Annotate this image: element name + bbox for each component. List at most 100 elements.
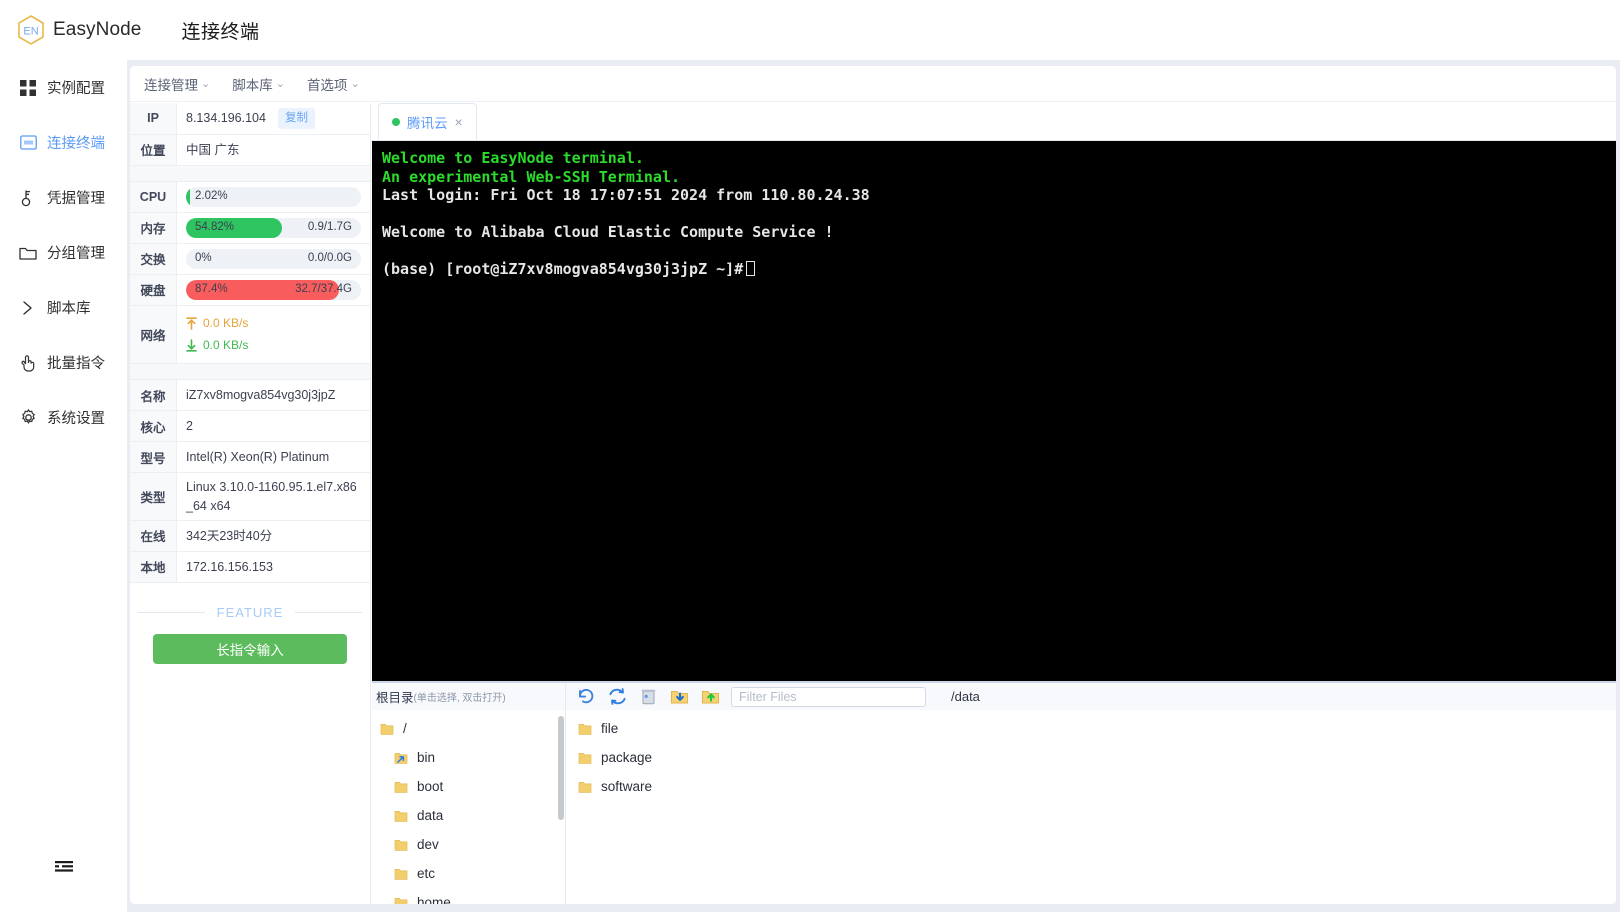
- terminal-tab-label: 腾讯云: [407, 115, 448, 131]
- tree-item-label: bin: [417, 750, 436, 765]
- folder-icon: [394, 838, 409, 852]
- info-label: 网络: [130, 305, 177, 364]
- list-item-label: software: [601, 779, 653, 794]
- sidebar-collapse-button[interactable]: [0, 859, 128, 878]
- file-filter-input[interactable]: [731, 686, 926, 707]
- copy-ip-button[interactable]: 复制: [277, 108, 315, 129]
- os-type-value: Linux 3.10.0-1160.95.1.el7.x86_64 x64: [186, 480, 357, 513]
- panel-menubar: 连接管理 ⌄ 脚本库 ⌄ 首选项 ⌄: [130, 66, 1616, 102]
- tree-item[interactable]: /: [372, 714, 565, 743]
- swap-progress-bar: 0% 0.0/0.0G: [186, 248, 361, 269]
- info-value-wrap: 2.02%: [177, 182, 370, 212]
- network-download-row: 0.0 KB/s: [186, 337, 248, 354]
- directory-tree[interactable]: / bin boot data dev etc home: [372, 710, 566, 904]
- terminal-prompt: (base) [root@iZ7xv8mogva854vg30j3jpZ ~]#: [382, 260, 744, 278]
- menu-connection-manage[interactable]: 连接管理 ⌄: [144, 74, 210, 94]
- info-spacer: [130, 165, 370, 182]
- feature-divider: FEATURE: [130, 583, 370, 620]
- info-label: CPU: [130, 181, 177, 212]
- close-icon[interactable]: ×: [455, 114, 463, 130]
- network-upload-row: 0.0 KB/s: [186, 315, 248, 332]
- tree-item[interactable]: etc: [372, 859, 565, 888]
- list-item-label: package: [601, 750, 653, 765]
- tree-scrollbar[interactable]: [558, 716, 564, 820]
- info-row-ip: IP 8.134.196.104 复制: [130, 103, 370, 135]
- divider-line-left: [138, 611, 205, 613]
- hexagon-logo-icon: EN: [16, 14, 46, 46]
- folder-icon: [394, 809, 409, 823]
- long-command-input-button[interactable]: 长指令输入: [153, 633, 347, 664]
- sidebar-item-groups[interactable]: 分组管理: [0, 225, 127, 280]
- sidebar-item-instances[interactable]: 实例配置: [0, 60, 127, 115]
- sidebar-item-settings[interactable]: 系统设置: [0, 390, 127, 445]
- tree-item[interactable]: bin: [372, 743, 565, 772]
- tree-item[interactable]: home: [372, 888, 565, 904]
- list-item-label: file: [601, 721, 619, 736]
- tree-title: 根目录: [376, 691, 414, 705]
- chevron-right-icon: [18, 298, 38, 318]
- menu-preferences[interactable]: 首选项 ⌄: [307, 74, 360, 94]
- terminal-output[interactable]: Welcome to EasyNode terminal. An experim…: [372, 141, 1616, 681]
- trash-icon[interactable]: [638, 686, 659, 707]
- upload-folder-icon[interactable]: [700, 686, 721, 707]
- sidebar-item-batch-commands[interactable]: 批量指令: [0, 335, 127, 390]
- toolbar-actions: /data: [566, 683, 1616, 710]
- tree-item[interactable]: data: [372, 801, 565, 830]
- info-row-swap: 交换 0% 0.0/0.0G: [130, 243, 370, 275]
- info-row-network: 网络 0.0 KB/s 0.0 KB/s: [130, 305, 370, 365]
- tree-item[interactable]: boot: [372, 772, 565, 801]
- info-spacer-2: [130, 364, 370, 381]
- list-item[interactable]: package: [570, 743, 1616, 772]
- terminal-line: Welcome to Alibaba Cloud Elastic Compute…: [382, 223, 834, 241]
- cpu-progress-bar: 2.02%: [186, 186, 361, 207]
- download-arrow-icon: [186, 339, 197, 352]
- info-value-wrap: 0.0 KB/s 0.0 KB/s: [177, 306, 370, 364]
- svg-text:EN: EN: [23, 26, 38, 38]
- divider-line-right: [295, 611, 362, 613]
- list-item[interactable]: software: [570, 772, 1616, 801]
- app-logo[interactable]: EN EasyNode: [16, 14, 141, 46]
- network-download-value: 0.0 KB/s: [203, 338, 249, 353]
- terminal-prompt-line: (base) [root@iZ7xv8mogva854vg30j3jpZ ~]#: [382, 260, 1616, 279]
- sidebar-item-label: 系统设置: [47, 411, 105, 427]
- key-icon: [18, 188, 38, 208]
- info-label: 硬盘: [130, 274, 177, 305]
- disk-percent-text: 87.4%: [195, 283, 228, 296]
- sidebar-item-credentials[interactable]: 凭据管理: [0, 170, 127, 225]
- tree-item-label: /: [403, 721, 407, 736]
- folder-icon: [394, 780, 409, 794]
- info-row-cpu: CPU 2.02%: [130, 181, 370, 213]
- refresh-icon[interactable]: [607, 686, 628, 707]
- model-value: Intel(R) Xeon(R) Platinum: [186, 450, 330, 465]
- info-row-location: 位置 中国 广东: [130, 134, 370, 166]
- swap-percent-text: 0%: [195, 252, 212, 265]
- host-info-panel: IP 8.134.196.104 复制 位置 中国 广东 CPU 2.02% 内…: [130, 103, 371, 904]
- undo-icon[interactable]: [576, 686, 597, 707]
- feature-divider-label: FEATURE: [216, 604, 284, 620]
- sidebar-item-label: 凭据管理: [47, 191, 105, 207]
- directory-tree-inner: / bin boot data dev etc home: [372, 710, 565, 904]
- info-value-wrap: 87.4% 32.7/37.4G: [177, 275, 370, 305]
- list-item[interactable]: file: [570, 714, 1616, 743]
- info-label: 型号: [130, 442, 177, 473]
- sidebar-item-scripts[interactable]: 脚本库: [0, 280, 127, 335]
- sidebar-item-terminal[interactable]: 连接终端: [0, 115, 127, 170]
- terminal-tab[interactable]: 腾讯云 ×: [378, 103, 477, 140]
- memory-progress-bar: 54.82% 0.9/1.7G: [186, 217, 361, 238]
- tree-item-label: etc: [417, 866, 436, 881]
- sidebar-item-label: 分组管理: [47, 246, 105, 262]
- info-row-localip: 本地 172.16.156.153: [130, 551, 370, 583]
- local-ip-value: 172.16.156.153: [186, 559, 273, 574]
- tree-item[interactable]: dev: [372, 830, 565, 859]
- menu-script-library[interactable]: 脚本库 ⌄: [232, 74, 285, 94]
- download-folder-icon[interactable]: [669, 686, 690, 707]
- file-list[interactable]: file package software: [566, 710, 1616, 904]
- terminal-icon: [18, 133, 38, 153]
- info-label: 类型: [130, 473, 177, 520]
- info-row-cores: 核心 2: [130, 411, 370, 443]
- memory-percent-text: 54.82%: [195, 221, 235, 234]
- chevron-down-icon: ⌄: [201, 78, 211, 90]
- folder-icon: [578, 780, 593, 794]
- brand-name: EasyNode: [53, 19, 142, 40]
